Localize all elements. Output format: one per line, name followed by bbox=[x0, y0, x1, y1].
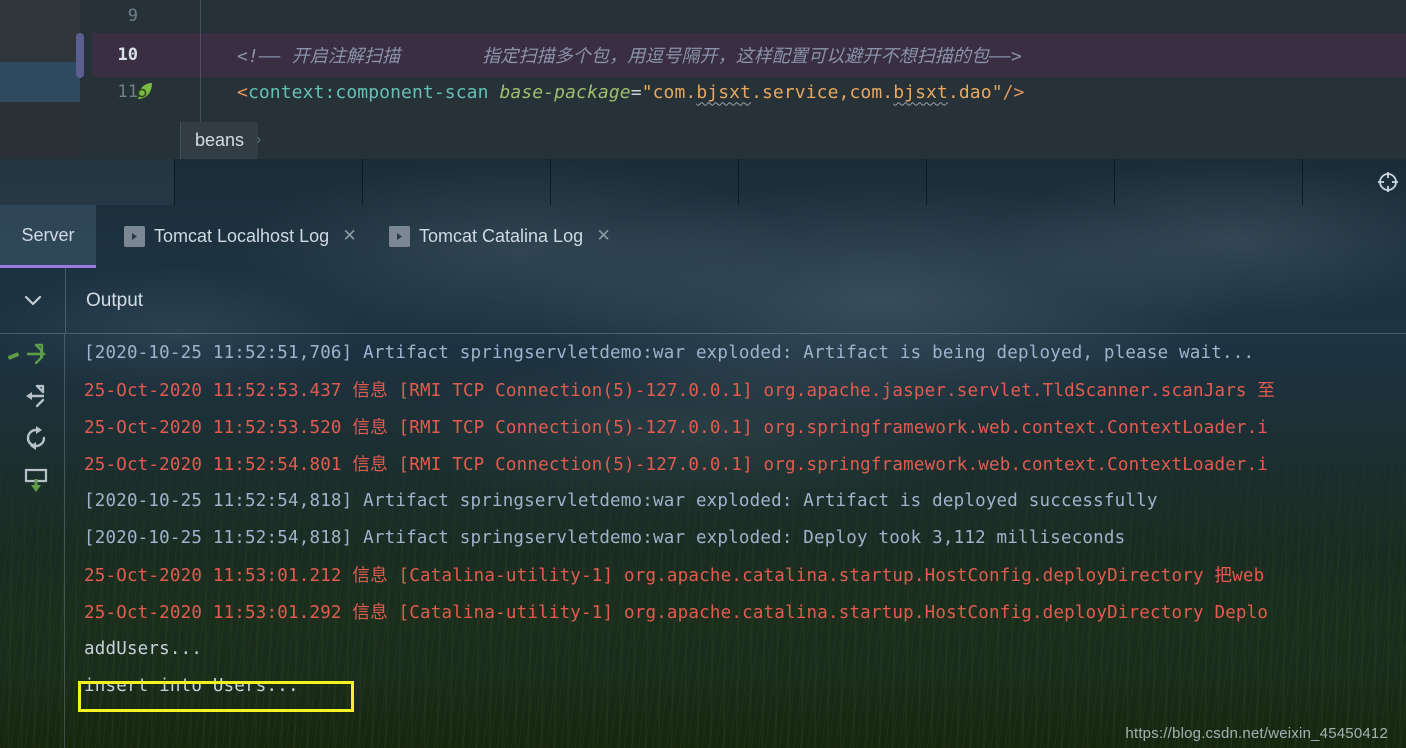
nav-segment-5[interactable] bbox=[739, 159, 927, 205]
chevron-right-icon: › bbox=[256, 131, 262, 148]
tab-tomcat-catalina-log[interactable]: Tomcat Catalina Log ✕ bbox=[375, 205, 626, 268]
step-over-icon[interactable] bbox=[22, 340, 50, 368]
breakpoint-tick-icon bbox=[7, 352, 20, 360]
rerun-icon[interactable] bbox=[22, 424, 50, 452]
navigation-band bbox=[0, 159, 1406, 205]
breadcrumb-left-filler bbox=[0, 122, 80, 159]
code-editor: 9 10 <!—— 开启注解扫描 指定扫描多个包，用逗号隔开，这样配置可以避开不想… bbox=[0, 0, 1406, 122]
line-content: <context:component-scan base-package="co… bbox=[180, 82, 1406, 103]
close-icon[interactable]: ✕ bbox=[341, 227, 358, 245]
output-label: Output bbox=[86, 289, 144, 311]
run-tool-window: Server Tomcat Localhost Log ✕ Tomcat Cat… bbox=[0, 205, 1406, 748]
tab-label: Tomcat Localhost Log bbox=[154, 226, 330, 246]
log-line: 25-Oct-2020 11:52:53.437 信息 [RMI TCP Con… bbox=[84, 381, 1276, 401]
breadcrumb-label: beans bbox=[195, 130, 245, 150]
output-header-divider bbox=[65, 268, 66, 333]
tab-server[interactable]: Server bbox=[0, 205, 96, 268]
scroll-to-end-icon[interactable] bbox=[22, 466, 50, 494]
log-line: 25-Oct-2020 11:53:01.212 信息 [Catalina-ut… bbox=[84, 566, 1265, 586]
run-icon bbox=[389, 226, 410, 247]
token-value-squiggle-1: bjsxt bbox=[696, 81, 752, 103]
log-line: 25-Oct-2020 11:52:53.520 信息 [RMI TCP Con… bbox=[84, 418, 1269, 438]
crosshair-icon[interactable] bbox=[1377, 171, 1399, 193]
close-icon[interactable]: ✕ bbox=[595, 227, 612, 245]
log-line: [2020-10-25 11:52:54,818] Artifact sprin… bbox=[84, 527, 1126, 548]
token-tag-close: /> bbox=[1002, 81, 1025, 103]
nav-segment-4[interactable] bbox=[551, 159, 739, 205]
output-header: Output bbox=[0, 268, 1406, 333]
nav-segment-6[interactable] bbox=[927, 159, 1115, 205]
nav-segment-7[interactable] bbox=[1115, 159, 1303, 205]
comment-open-text: <!—— 开启注解扫描 bbox=[237, 46, 401, 67]
step-into-icon[interactable] bbox=[22, 382, 50, 410]
line-number: 10 bbox=[117, 45, 138, 65]
token-value-squiggle-2: bjsxt bbox=[893, 81, 948, 103]
tool-window-tab-row: Server Tomcat Localhost Log ✕ Tomcat Cat… bbox=[0, 205, 1406, 268]
log-line-highlighted: insert into Users... bbox=[84, 675, 299, 696]
console-action-gutter bbox=[0, 334, 65, 748]
token-tag-open: < bbox=[237, 81, 248, 103]
token-value-part1: com. bbox=[652, 81, 697, 103]
chevron-down-icon[interactable] bbox=[21, 288, 45, 312]
log-line: [2020-10-25 11:52:54,818] Artifact sprin… bbox=[84, 490, 1158, 511]
editor-line-11[interactable]: 11 <context:component-scan base-package=… bbox=[0, 70, 1406, 114]
tab-tomcat-localhost-log[interactable]: Tomcat Localhost Log ✕ bbox=[110, 205, 372, 268]
token-equals: = bbox=[630, 81, 642, 103]
token-attr-name: base-package bbox=[499, 81, 631, 103]
line-content: <!—— 开启注解扫描 指定扫描多个包，用逗号隔开，这样配置可以避开不想扫描的包—… bbox=[180, 42, 1406, 68]
log-line: 25-Oct-2020 11:53:01.292 信息 [Catalina-ut… bbox=[84, 603, 1269, 623]
log-line: addUsers... bbox=[84, 638, 203, 659]
tab-label: Server bbox=[21, 224, 75, 245]
log-line: [2020-10-25 11:52:51,706] Artifact sprin… bbox=[84, 342, 1255, 363]
ide-window: 9 10 <!—— 开启注解扫描 指定扫描多个包，用逗号隔开，这样配置可以避开不想… bbox=[0, 0, 1406, 748]
token-quote-close: " bbox=[991, 81, 1003, 103]
token-value-part2: .service,com. bbox=[751, 81, 894, 103]
line-number: 9 bbox=[127, 6, 138, 26]
token-value-part3: .dao bbox=[947, 81, 992, 103]
breadcrumb-gutter-filler bbox=[80, 122, 180, 159]
token-tag-name: context:component-scan bbox=[247, 81, 489, 103]
run-icon bbox=[124, 226, 145, 247]
comment-rest-text: 指定扫描多个包，用逗号隔开，这样配置可以避开不想扫描的包——> bbox=[482, 46, 1022, 67]
spring-bean-icon[interactable] bbox=[133, 80, 155, 102]
nav-segment-2[interactable] bbox=[175, 159, 363, 205]
log-line: 25-Oct-2020 11:52:54.801 信息 [RMI TCP Con… bbox=[84, 455, 1269, 475]
console-log-output[interactable]: [2020-10-25 11:52:51,706] Artifact sprin… bbox=[66, 334, 1406, 748]
breadcrumb-item-beans[interactable]: beans bbox=[181, 122, 259, 159]
token-quote-open: " bbox=[641, 81, 653, 103]
nav-segment-1[interactable] bbox=[0, 159, 175, 205]
console-gutter-divider bbox=[64, 334, 65, 748]
breadcrumb-bar: beans › bbox=[0, 122, 1406, 159]
nav-segment-3[interactable] bbox=[363, 159, 551, 205]
tab-label: Tomcat Catalina Log bbox=[419, 226, 584, 246]
watermark: https://blog.csdn.net/weixin_45450412 bbox=[1125, 725, 1388, 742]
